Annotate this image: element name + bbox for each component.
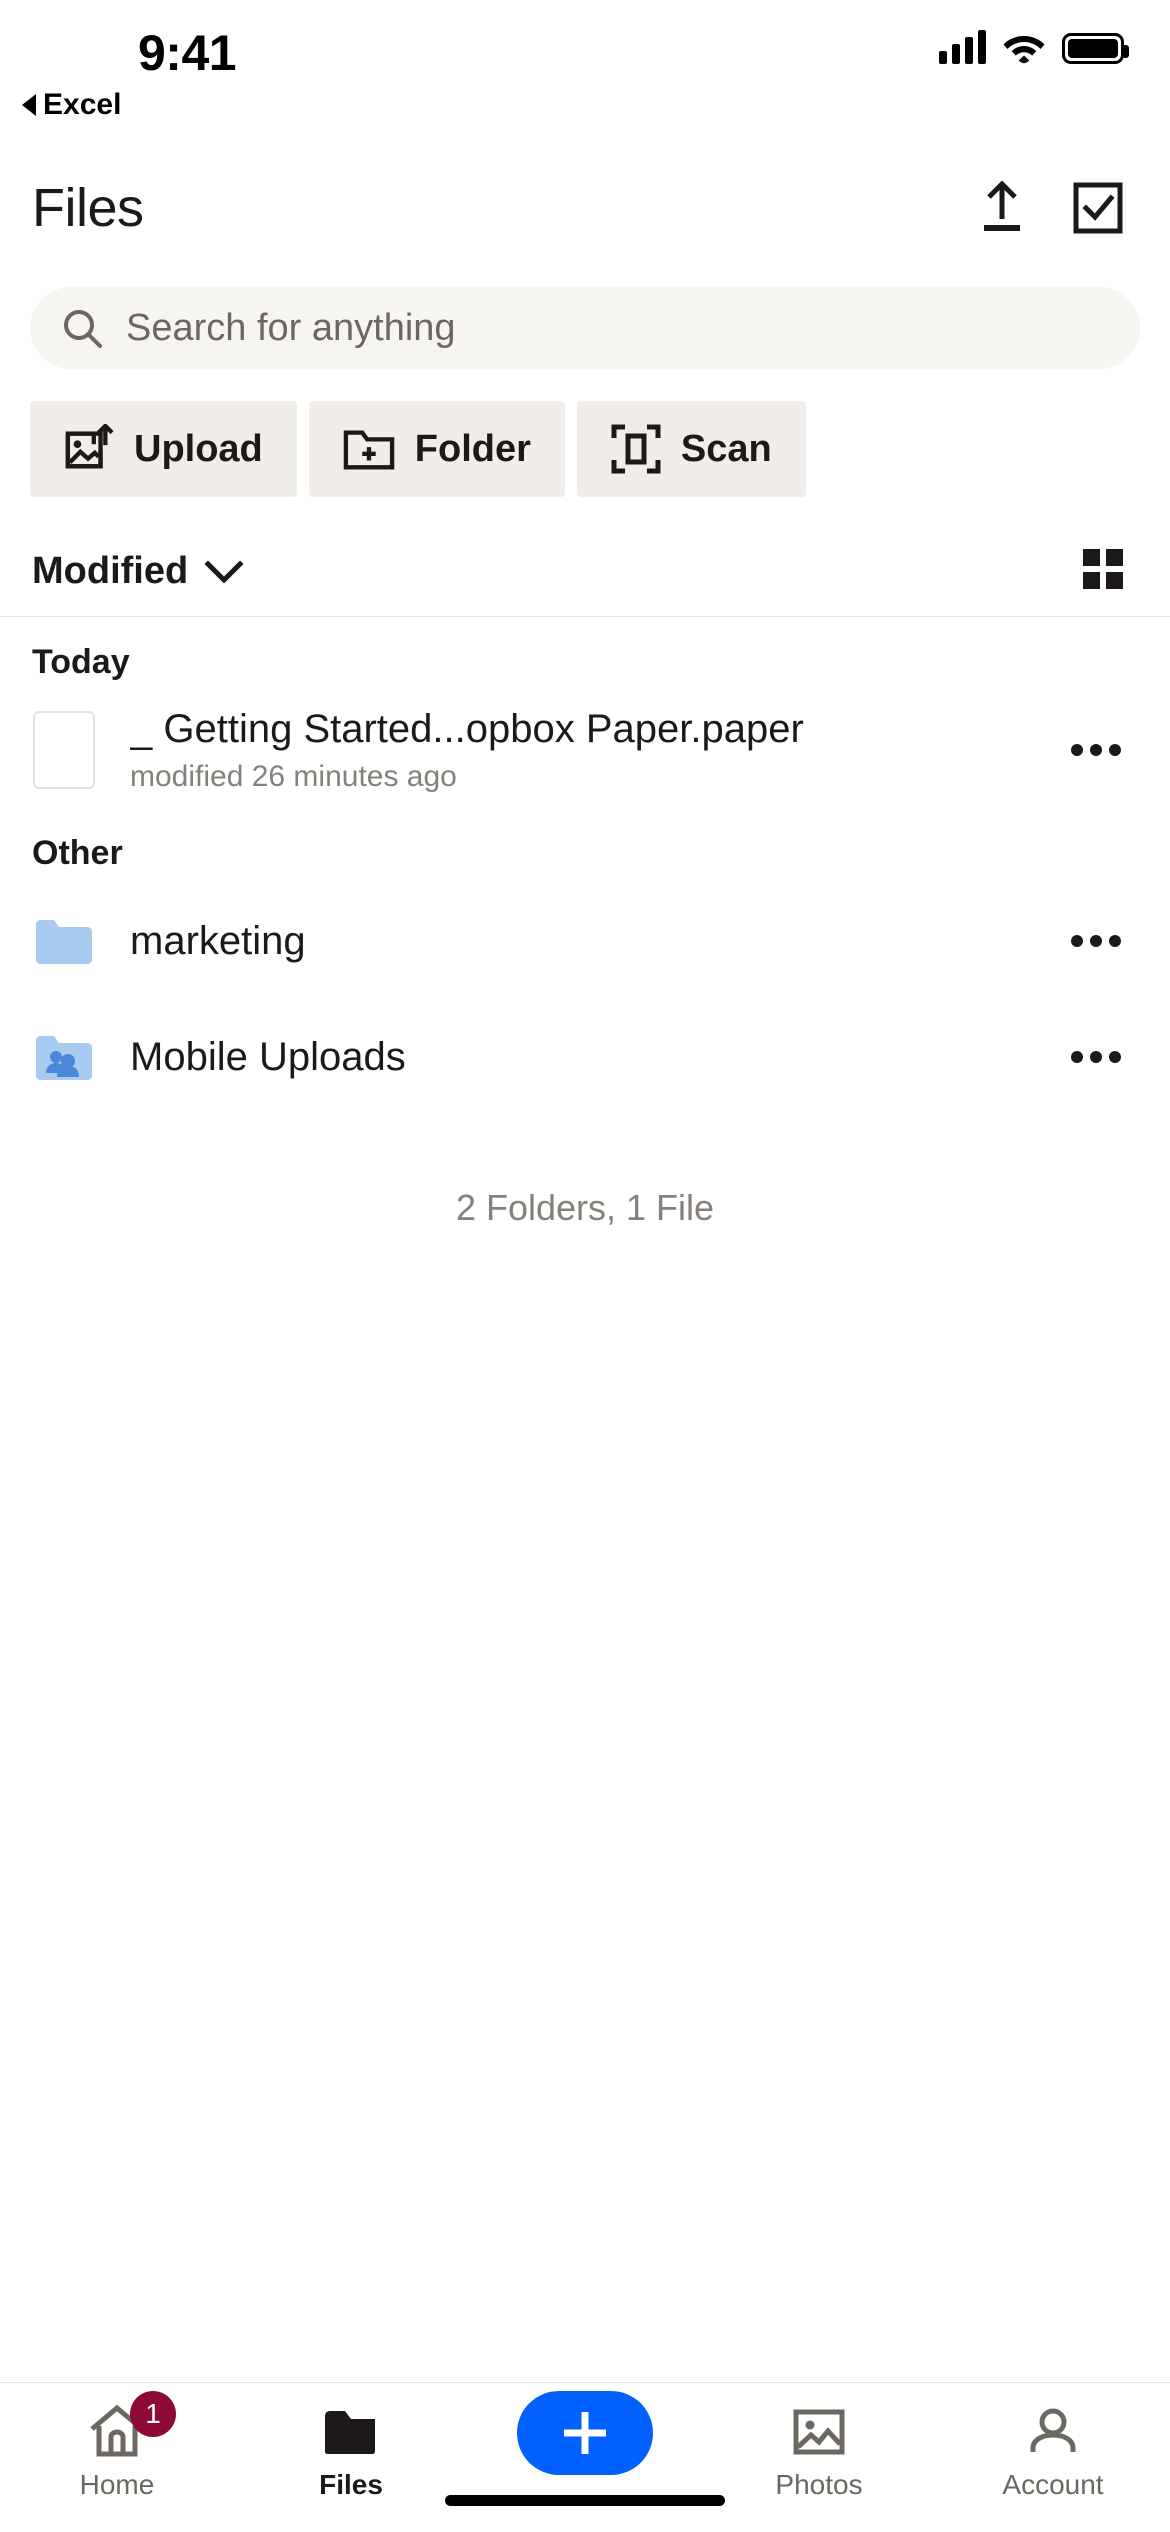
search-input[interactable]: Search for anything <box>126 307 456 350</box>
tab-home-label: Home <box>79 2469 155 2500</box>
battery-full-icon <box>1062 33 1129 64</box>
folder-plus-icon <box>343 430 395 470</box>
scan-chip-label: Scan <box>680 427 772 470</box>
shared-folder-icon <box>32 1031 96 1083</box>
tab-account-label: Account <box>1002 2469 1104 2500</box>
upload-chip-label: Upload <box>134 427 263 470</box>
tab-files[interactable]: Files <box>234 2383 468 2501</box>
list-item[interactable]: marketing <box>0 883 1170 999</box>
tab-files-label: Files <box>319 2469 383 2500</box>
more-options-icon[interactable] <box>1066 1027 1126 1087</box>
upload-icon <box>984 180 1020 231</box>
bottom-tab-bar: 1 Home Files Photos Account <box>0 2382 1170 2532</box>
photos-icon <box>790 2401 848 2463</box>
grid-view-toggle[interactable] <box>1080 546 1126 597</box>
select-checkbox-icon <box>1073 182 1123 233</box>
select-mode-button[interactable] <box>1070 180 1126 236</box>
folder-filled-icon <box>320 2401 382 2463</box>
search-icon <box>64 310 102 348</box>
more-options-icon[interactable] <box>1066 911 1126 971</box>
sort-label: Modified <box>32 550 189 592</box>
quick-actions-row: Upload Folder Scan <box>0 369 1170 497</box>
app-screen: 9:41 Excel Files Search for anything Upl… <box>0 0 1170 2532</box>
more-options-icon[interactable] <box>1066 720 1126 780</box>
grid-view-icon <box>1083 549 1123 589</box>
person-icon <box>1025 2401 1081 2463</box>
home-indicator <box>445 2495 725 2506</box>
folder-icon <box>32 915 96 967</box>
home-badge: 1 <box>130 2391 176 2437</box>
sort-and-view-row: Modified <box>0 527 1170 617</box>
page-title: Files <box>32 177 144 238</box>
section-heading-other: Other <box>32 834 123 872</box>
folder-chip-label: Folder <box>414 427 531 470</box>
plus-icon <box>564 2412 606 2454</box>
status-bar: 9:41 Excel <box>0 0 1170 150</box>
document-scan-icon <box>611 424 661 474</box>
section-heading-today: Today <box>32 643 130 681</box>
status-bar-time: 9:41 <box>138 25 237 81</box>
search-section: Search for anything <box>0 265 1170 369</box>
list-item-text: _ Getting Started...opbox Paper.paper mo… <box>96 706 1066 794</box>
list-item-title: Mobile Uploads <box>130 1035 406 1079</box>
tab-account[interactable]: Account <box>936 2383 1170 2501</box>
back-to-app-button[interactable]: Excel <box>22 88 121 122</box>
item-count-summary: 2 Folders, 1 File <box>455 1187 715 1228</box>
tab-home[interactable]: 1 Home <box>0 2383 234 2501</box>
tab-photos-label: Photos <box>775 2469 863 2500</box>
upload-chip[interactable]: Upload <box>30 401 297 497</box>
list-item-subtitle: modified 26 minutes ago <box>130 760 457 793</box>
search-bar[interactable]: Search for anything <box>30 287 1140 369</box>
page-header: Files <box>0 150 1170 265</box>
list-item[interactable]: Mobile Uploads <box>0 999 1170 1115</box>
list-item-title: _ Getting Started...opbox Paper.paper <box>130 707 804 751</box>
image-upload-icon <box>65 424 114 469</box>
file-list: Today _ Getting Started...opbox Paper.pa… <box>0 617 1170 2382</box>
create-button[interactable] <box>517 2391 653 2475</box>
create-button-container <box>468 2383 702 2475</box>
header-actions <box>974 180 1126 236</box>
list-item[interactable]: _ Getting Started...opbox Paper.paper mo… <box>0 692 1170 808</box>
chevron-down-icon <box>204 559 244 584</box>
paper-document-thumbnail <box>32 711 96 789</box>
list-item-title: marketing <box>130 919 306 963</box>
list-item-text: marketing <box>96 918 1066 964</box>
tab-photos[interactable]: Photos <box>702 2383 936 2501</box>
list-item-text: Mobile Uploads <box>96 1034 1066 1080</box>
upload-button[interactable] <box>974 180 1030 236</box>
status-bar-indicators <box>939 30 1129 64</box>
back-arrow-icon <box>22 94 36 116</box>
wifi-icon <box>1003 36 1045 64</box>
scan-chip[interactable]: Scan <box>576 401 806 497</box>
home-icon: 1 <box>88 2391 176 2463</box>
back-to-app-label: Excel <box>43 88 122 121</box>
folder-chip[interactable]: Folder <box>308 401 565 497</box>
sort-dropdown[interactable]: Modified <box>32 550 244 593</box>
cellular-signal-icon <box>939 30 986 64</box>
